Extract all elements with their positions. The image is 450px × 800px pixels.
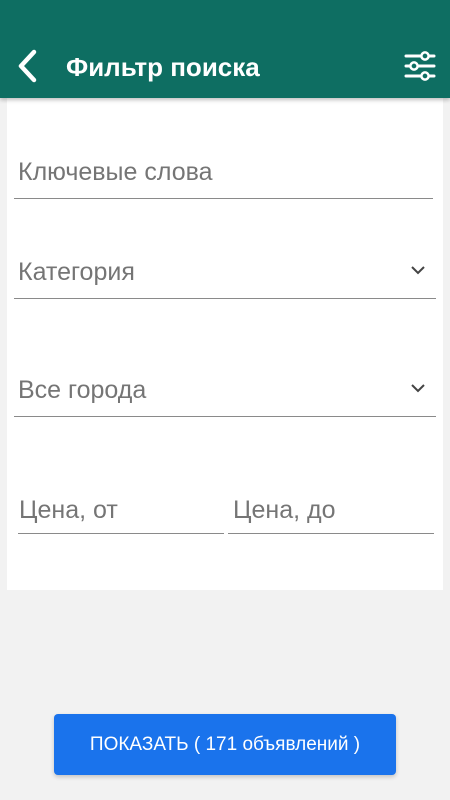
tune-sliders-icon [404,51,436,81]
filter-settings-button[interactable] [398,44,442,88]
arrow-back-icon [18,49,37,83]
chevron-down-icon [411,266,425,275]
category-select[interactable]: Категория [14,250,436,299]
price-to-field[interactable]: Цена, до [228,487,434,534]
category-placeholder: Категория [18,258,135,286]
app-bar: Фильтр поиска [0,0,450,98]
show-results-button[interactable]: ПОКАЗАТЬ ( 171 объявлений ) [54,714,396,775]
city-placeholder: Все города [18,376,147,404]
filter-form-card: Ключевые слова Категория Все города Цена… [7,98,443,590]
keywords-field[interactable]: Ключевые слова [14,150,433,199]
chevron-down-icon [411,384,425,393]
keywords-placeholder: Ключевые слова [18,158,213,186]
price-to-placeholder: Цена, до [233,496,336,524]
price-from-placeholder: Цена, от [19,496,118,524]
page-title: Фильтр поиска [66,52,260,82]
city-select[interactable]: Все города [14,368,436,417]
price-from-field[interactable]: Цена, от [18,487,224,534]
back-button[interactable] [8,40,48,92]
